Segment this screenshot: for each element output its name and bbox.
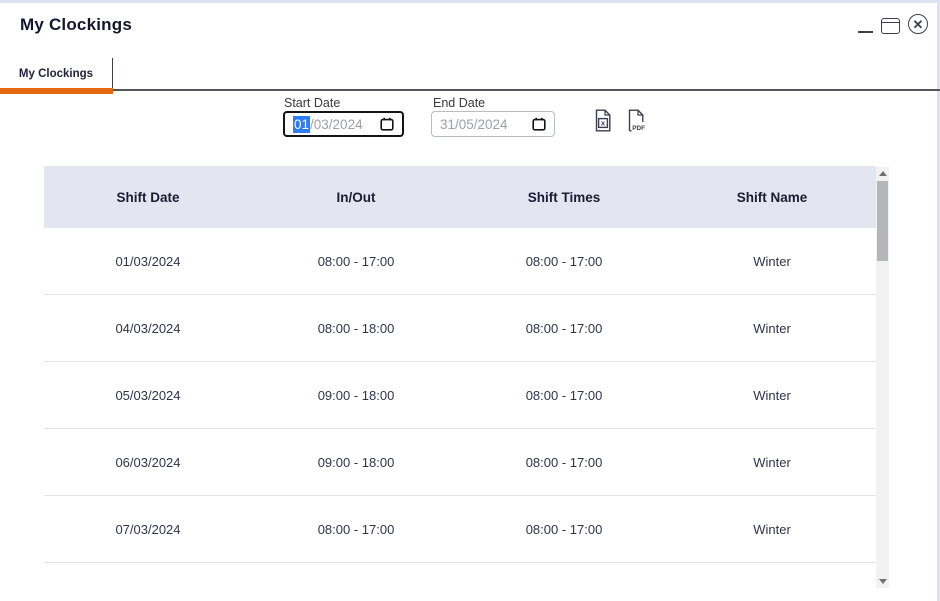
end-date-value: 31/05/2024 bbox=[440, 116, 508, 132]
my-clockings-window: My Clockings ✕ My Clockings Start Date 0… bbox=[0, 0, 940, 601]
table-cell: 08:00 - 17:00 bbox=[317, 253, 395, 269]
end-date-input[interactable]: 31/05/2024 bbox=[431, 111, 555, 137]
active-tab-underline bbox=[0, 88, 113, 94]
table-cell: 01/03/2024 bbox=[115, 253, 181, 269]
arrow-up-icon bbox=[878, 171, 887, 176]
start-date-selected-segment: 01 bbox=[293, 115, 311, 133]
calendar-icon[interactable] bbox=[532, 117, 546, 131]
column-header-shift-times[interactable]: Shift Times bbox=[460, 190, 668, 205]
window-controls: ✕ bbox=[858, 9, 928, 34]
calendar-icon[interactable] bbox=[380, 117, 394, 131]
column-header-shift-name[interactable]: Shift Name bbox=[668, 190, 876, 205]
start-date-label: Start Date bbox=[284, 96, 341, 110]
table-row[interactable]: 06/03/2024 09:00 - 18:00 08:00 - 17:00 Wint… bbox=[44, 429, 876, 496]
export-excel-button[interactable]: x bbox=[594, 109, 612, 137]
table-cell: 07/03/2024 bbox=[115, 521, 181, 537]
table-header: Shift Date In/Out Shift Times Shift Name bbox=[44, 166, 876, 228]
pdf-file-icon: PDF bbox=[628, 109, 645, 132]
excel-file-icon: x bbox=[595, 109, 611, 132]
column-header-shift-date[interactable]: Shift Date bbox=[44, 190, 252, 205]
maximize-icon bbox=[882, 22, 899, 23]
arrow-down-icon bbox=[878, 579, 887, 584]
start-date-remainder: /03/2024 bbox=[310, 116, 363, 132]
table-cell: Winter bbox=[753, 253, 791, 269]
table-cell: 08:00 - 17:00 bbox=[525, 387, 603, 403]
start-date-input[interactable]: 01/03/2024 bbox=[283, 111, 404, 137]
table-row[interactable]: 07/03/2024 08:00 - 17:00 08:00 - 17:00 Wint… bbox=[44, 496, 876, 563]
maximize-button[interactable] bbox=[881, 18, 900, 34]
table-row[interactable]: 01/03/2024 08:00 - 17:00 08:00 - 17:00 Wint… bbox=[44, 228, 876, 295]
scrollbar-thumb[interactable] bbox=[877, 181, 888, 261]
table-cell: 05/03/2024 bbox=[115, 387, 181, 403]
tab-bar-divider bbox=[0, 89, 940, 91]
tab-label: My Clockings bbox=[18, 68, 94, 80]
table-cell: 06/03/2024 bbox=[115, 454, 181, 470]
table-body: 01/03/2024 08:00 - 17:00 08:00 - 17:00 Wint… bbox=[44, 228, 876, 563]
table-cell: 08:00 - 17:00 bbox=[525, 253, 603, 269]
tab-my-clockings[interactable]: My Clockings bbox=[0, 58, 113, 90]
table-cell: 08:00 - 18:00 bbox=[317, 320, 395, 336]
table-cell: 08:00 - 17:00 bbox=[317, 521, 395, 537]
table-cell: 08:00 - 17:00 bbox=[525, 454, 603, 470]
export-pdf-button[interactable]: PDF bbox=[627, 109, 649, 137]
close-button[interactable]: ✕ bbox=[908, 14, 928, 34]
scroll-up-button[interactable] bbox=[876, 167, 889, 180]
minimize-icon bbox=[858, 31, 873, 33]
end-date-label: End Date bbox=[433, 96, 486, 110]
table-cell: 08:00 - 17:00 bbox=[525, 320, 603, 336]
svg-text:PDF: PDF bbox=[632, 125, 645, 132]
page-title: My Clockings bbox=[20, 15, 132, 34]
scroll-down-button[interactable] bbox=[876, 575, 889, 588]
table-cell: Winter bbox=[753, 320, 791, 336]
table-cell: 09:00 - 18:00 bbox=[317, 454, 395, 470]
minimize-button[interactable] bbox=[858, 9, 873, 33]
table-cell: Winter bbox=[753, 387, 791, 403]
table-row[interactable]: 05/03/2024 09:00 - 18:00 08:00 - 17:00 Wint… bbox=[44, 362, 876, 429]
svg-text:x: x bbox=[601, 119, 606, 128]
tab-bar: My Clockings bbox=[0, 58, 940, 96]
table-cell: Winter bbox=[753, 521, 791, 537]
table-cell: 04/03/2024 bbox=[115, 320, 181, 336]
table-cell: 08:00 - 17:00 bbox=[525, 521, 603, 537]
vertical-scrollbar[interactable] bbox=[876, 167, 889, 588]
column-header-in-out[interactable]: In/Out bbox=[252, 190, 460, 205]
table-cell: Winter bbox=[753, 454, 791, 470]
table-row[interactable]: 04/03/2024 08:00 - 18:00 08:00 - 17:00 Wint… bbox=[44, 295, 876, 362]
close-icon: ✕ bbox=[912, 16, 924, 32]
table-cell: 09:00 - 18:00 bbox=[317, 387, 395, 403]
